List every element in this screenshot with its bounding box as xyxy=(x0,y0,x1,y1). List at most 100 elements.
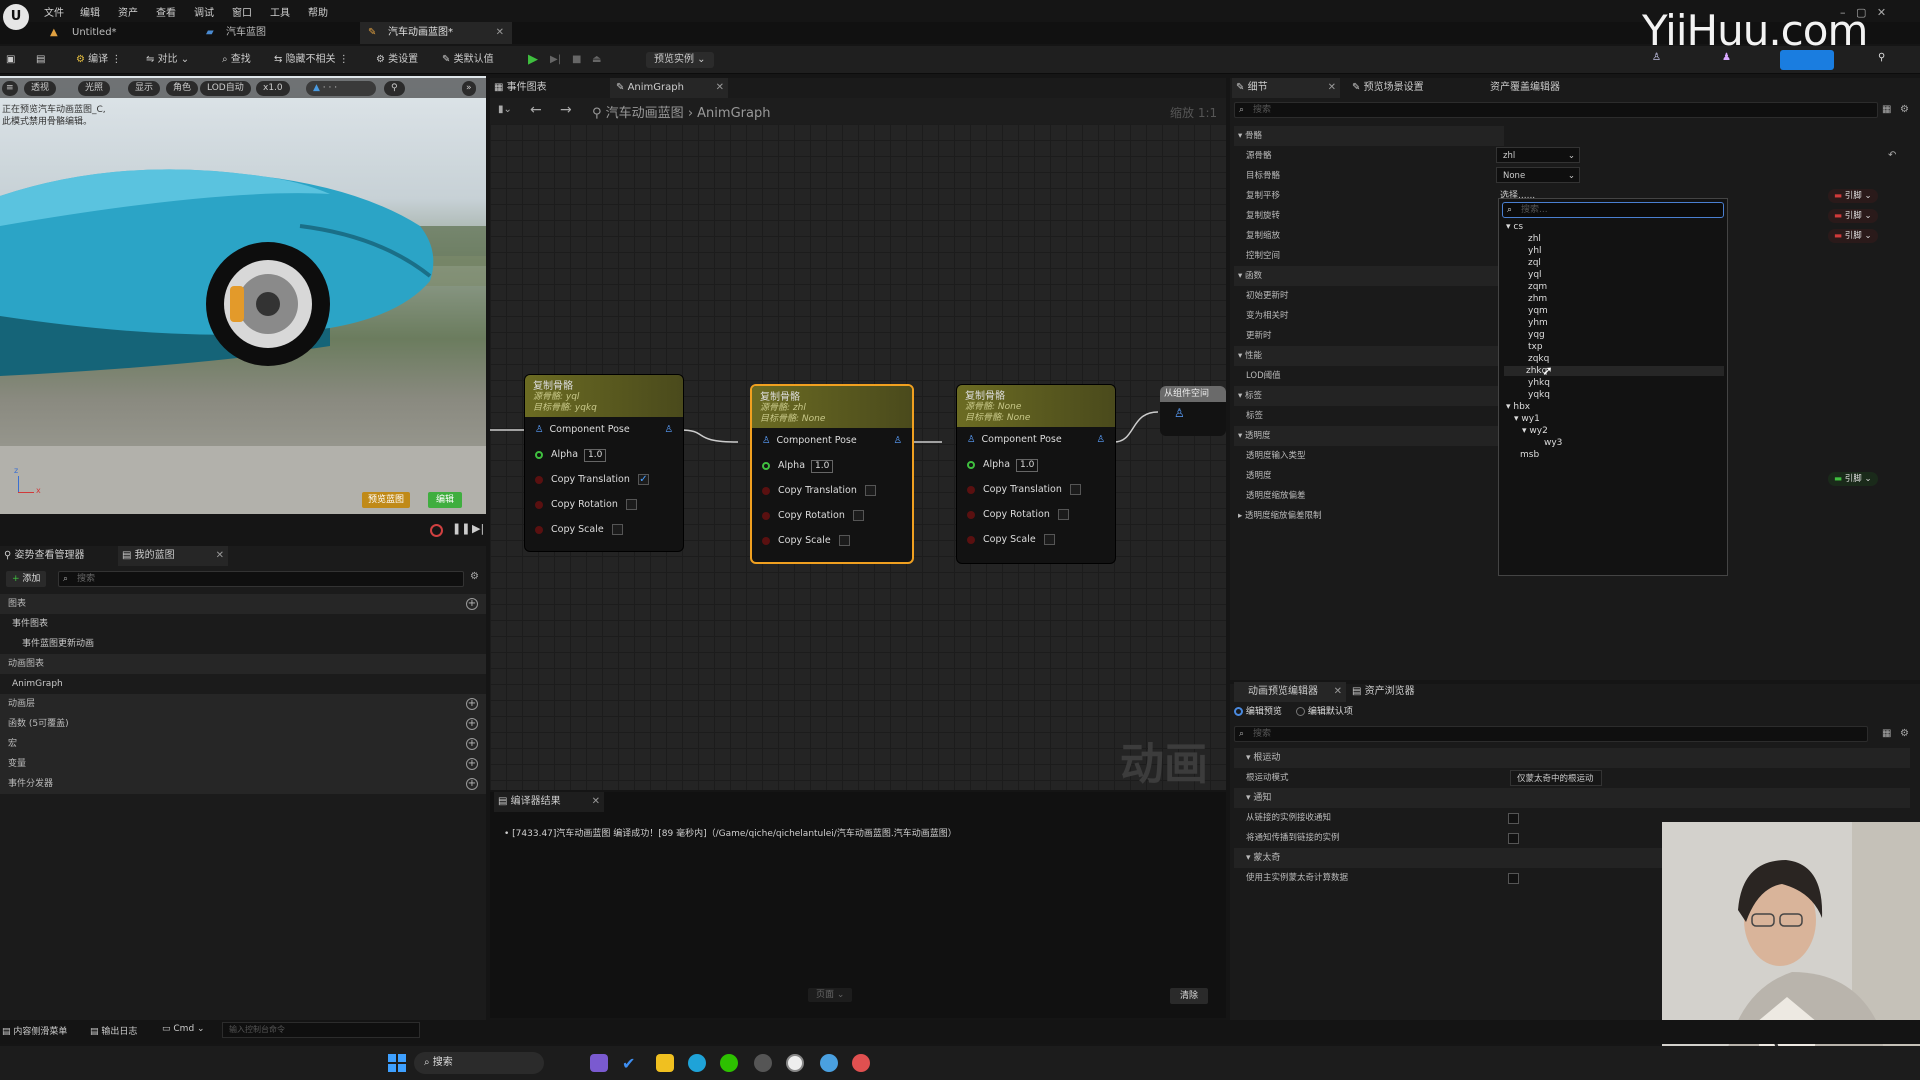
play-button[interactable]: ▶ xyxy=(528,52,538,68)
blueprint-section[interactable]: 动画图表 xyxy=(0,654,486,674)
find-button[interactable]: ⌕ 查找 xyxy=(222,52,251,68)
blueprint-section[interactable]: 变量 + xyxy=(0,754,486,774)
preview-search-input[interactable]: ⌕ 搜索 xyxy=(1234,726,1868,742)
viewport[interactable] xyxy=(0,76,486,514)
camera-speed-button[interactable]: ⚲ xyxy=(384,81,405,96)
bookmark-icon[interactable]: ▮⌄ xyxy=(498,104,512,115)
lod-button[interactable]: LOD自动 xyxy=(200,81,251,96)
copy-scale-pin[interactable]: Copy Scale xyxy=(525,517,683,542)
speed-button[interactable]: x1.0 xyxy=(256,81,290,96)
alpha-pin[interactable]: Alpha 1.0 xyxy=(525,442,683,467)
pose-pin-icon[interactable]: ♙ xyxy=(1160,402,1226,424)
tab-compiler-results[interactable]: ▤ 编译器结果 ✕ xyxy=(494,792,604,812)
copy-bone-node[interactable]: 复制骨骼 源骨骼: None 目标骨骼: None ♙ Component Pos… xyxy=(956,384,1116,564)
tab-car-blueprint[interactable]: ▰ 汽车蓝图 xyxy=(198,22,358,44)
section-montage[interactable]: ▾ 蒙太奇 xyxy=(1234,848,1662,868)
copy-translation-checkbox[interactable] xyxy=(864,485,876,496)
blueprint-item[interactable]: 事件蓝图更新动画 xyxy=(0,634,486,654)
forward-button[interactable]: ▶| xyxy=(472,522,484,535)
component-pose-pin[interactable]: ♙ Component Pose ♙ xyxy=(957,427,1115,452)
bone-search-input[interactable]: ⌕ 搜索... xyxy=(1502,202,1724,218)
tab-pose-watch[interactable]: ⚲ 姿势查看管理器 xyxy=(4,546,114,566)
bone-item-yhkq[interactable]: yhkq xyxy=(1528,378,1550,388)
notes-icon[interactable] xyxy=(656,1054,674,1072)
blueprint-item[interactable]: 事件图表 xyxy=(0,614,486,634)
transform-tools[interactable]: ▲ · · · xyxy=(306,81,376,96)
diff-button[interactable]: ⇋ 对比 ⌄ xyxy=(146,52,189,68)
view-options-icon[interactable]: ▦ xyxy=(1882,728,1891,739)
copy-scale-checkbox[interactable] xyxy=(838,535,850,546)
pin-toggle-translation[interactable]: ▬ 引脚 ⌄ xyxy=(1828,189,1878,203)
menu-item-7[interactable]: 帮助 xyxy=(308,4,328,19)
edit-button[interactable]: 编辑 xyxy=(428,492,463,508)
copy-rotation-pin[interactable]: Copy Rotation xyxy=(957,502,1115,527)
bone-item-wy3[interactable]: wy3 xyxy=(1544,438,1562,448)
widgets-icon[interactable] xyxy=(590,1054,608,1072)
physics-mode-icon[interactable]: ⚲ xyxy=(1878,52,1885,63)
add-icon[interactable]: + xyxy=(466,698,478,710)
stop-button[interactable]: ■ xyxy=(572,52,581,68)
copy-rotation-pin[interactable]: Copy Rotation xyxy=(525,492,683,517)
menu-item-0[interactable]: 文件 xyxy=(44,4,64,19)
alpha-pin[interactable]: Alpha 1.0 xyxy=(752,453,912,478)
settings-icon[interactable]: ⚙ xyxy=(1900,728,1909,739)
step-button[interactable]: ▶| xyxy=(550,52,561,68)
menu-item-2[interactable]: 资产 xyxy=(118,4,138,19)
bone-item-wy2[interactable]: ▾ wy2 xyxy=(1522,426,1548,436)
game-icon[interactable] xyxy=(852,1054,870,1072)
tab-my-blueprint[interactable]: ▤ 我的蓝图 ✕ xyxy=(118,546,228,566)
hide-unrelated-button[interactable]: ⇆ 隐藏不相关 ⋮ xyxy=(274,52,349,68)
save-icon[interactable]: ▣ xyxy=(6,52,15,68)
window-controls[interactable]: – ▢ ✕ xyxy=(1840,6,1886,19)
pin-toggle-alpha[interactable]: ▬ 引脚 ⌄ xyxy=(1828,472,1878,486)
copy-translation-pin[interactable]: Copy Translation xyxy=(957,477,1115,502)
add-icon[interactable]: + xyxy=(466,718,478,730)
bone-item-msb[interactable]: msb xyxy=(1520,450,1539,460)
montage-checkbox[interactable] xyxy=(1508,873,1519,884)
menu-item-4[interactable]: 调试 xyxy=(194,4,214,19)
blueprint-search-input[interactable]: ⌕ 搜索 xyxy=(58,571,464,587)
taskbar-search[interactable]: ⌕ 搜索 xyxy=(414,1052,544,1074)
close-icon[interactable]: ✕ xyxy=(716,78,724,98)
target-bone-dropdown[interactable]: None ⌄ xyxy=(1496,167,1580,183)
breadcrumb-leaf[interactable]: AnimGraph xyxy=(697,106,770,121)
bone-item-zhm[interactable]: zhm xyxy=(1528,294,1547,304)
tab-car-anim-blueprint[interactable]: ✎ 汽车动画蓝图* ✕ xyxy=(360,22,512,44)
bone-item-cs[interactable]: ▾ cs xyxy=(1506,222,1523,232)
component-pose-pin[interactable]: ♙ Component Pose ♙ xyxy=(752,428,912,453)
page-dropdown[interactable]: 页面 ⌄ xyxy=(808,988,853,1002)
perspective-button[interactable]: 透视 xyxy=(24,81,57,96)
browser-icon[interactable] xyxy=(820,1054,838,1072)
alpha-value[interactable]: 1.0 xyxy=(1016,459,1039,472)
class-settings-button[interactable]: ⚙ 类设置 xyxy=(376,52,418,68)
pin-toggle-scale[interactable]: ▬ 引脚 ⌄ xyxy=(1828,229,1878,243)
copy-translation-checkbox[interactable] xyxy=(1069,484,1081,495)
pause-button[interactable]: ❚❚ xyxy=(452,522,470,535)
cmd-dropdown[interactable]: ▭ Cmd ⌄ xyxy=(162,1024,205,1034)
copy-translation-checkbox[interactable]: ✓ xyxy=(637,474,649,485)
copy-translation-pin[interactable]: Copy Translation ✓ xyxy=(525,467,683,492)
tab-event-graph[interactable]: ▦ 事件图表 xyxy=(494,78,604,98)
details-section[interactable]: ▾ 透明度 xyxy=(1234,426,1504,446)
radio-edit-preview[interactable]: 编辑预览 xyxy=(1234,704,1282,717)
close-icon[interactable]: ✕ xyxy=(1334,682,1342,702)
bone-item-yql[interactable]: yql xyxy=(1528,270,1542,280)
notify-receive-checkbox[interactable] xyxy=(1508,813,1519,824)
bone-item-wy1[interactable]: ▾ wy1 xyxy=(1514,414,1540,424)
browse-icon[interactable]: ▤ xyxy=(36,52,45,68)
bone-item-yqm[interactable]: yqm xyxy=(1528,306,1548,316)
copy-scale-pin[interactable]: Copy Scale xyxy=(752,528,912,553)
close-icon[interactable]: ✕ xyxy=(216,546,224,566)
start-icon[interactable] xyxy=(388,1054,406,1072)
lighting-button[interactable]: 光照 xyxy=(78,81,111,96)
details-search-input[interactable]: ⌕ 搜索 xyxy=(1234,102,1878,118)
settings-icon[interactable]: ⚙ xyxy=(1900,104,1909,115)
bone-item-yqg[interactable]: yqg xyxy=(1528,330,1545,340)
tab-preview-scene[interactable]: ✎ 预览场景设置 xyxy=(1352,78,1480,98)
blueprint-section[interactable]: 事件分发器 + xyxy=(0,774,486,794)
root-motion-mode-dropdown[interactable]: 仅蒙太奇中的根运动 ⌄ xyxy=(1510,770,1602,800)
wechat-icon[interactable] xyxy=(720,1054,738,1072)
alpha-value[interactable]: 1.0 xyxy=(584,449,607,462)
copy-translation-pin[interactable]: Copy Translation xyxy=(752,478,912,503)
details-section[interactable]: ▾ 性能 xyxy=(1234,346,1504,366)
